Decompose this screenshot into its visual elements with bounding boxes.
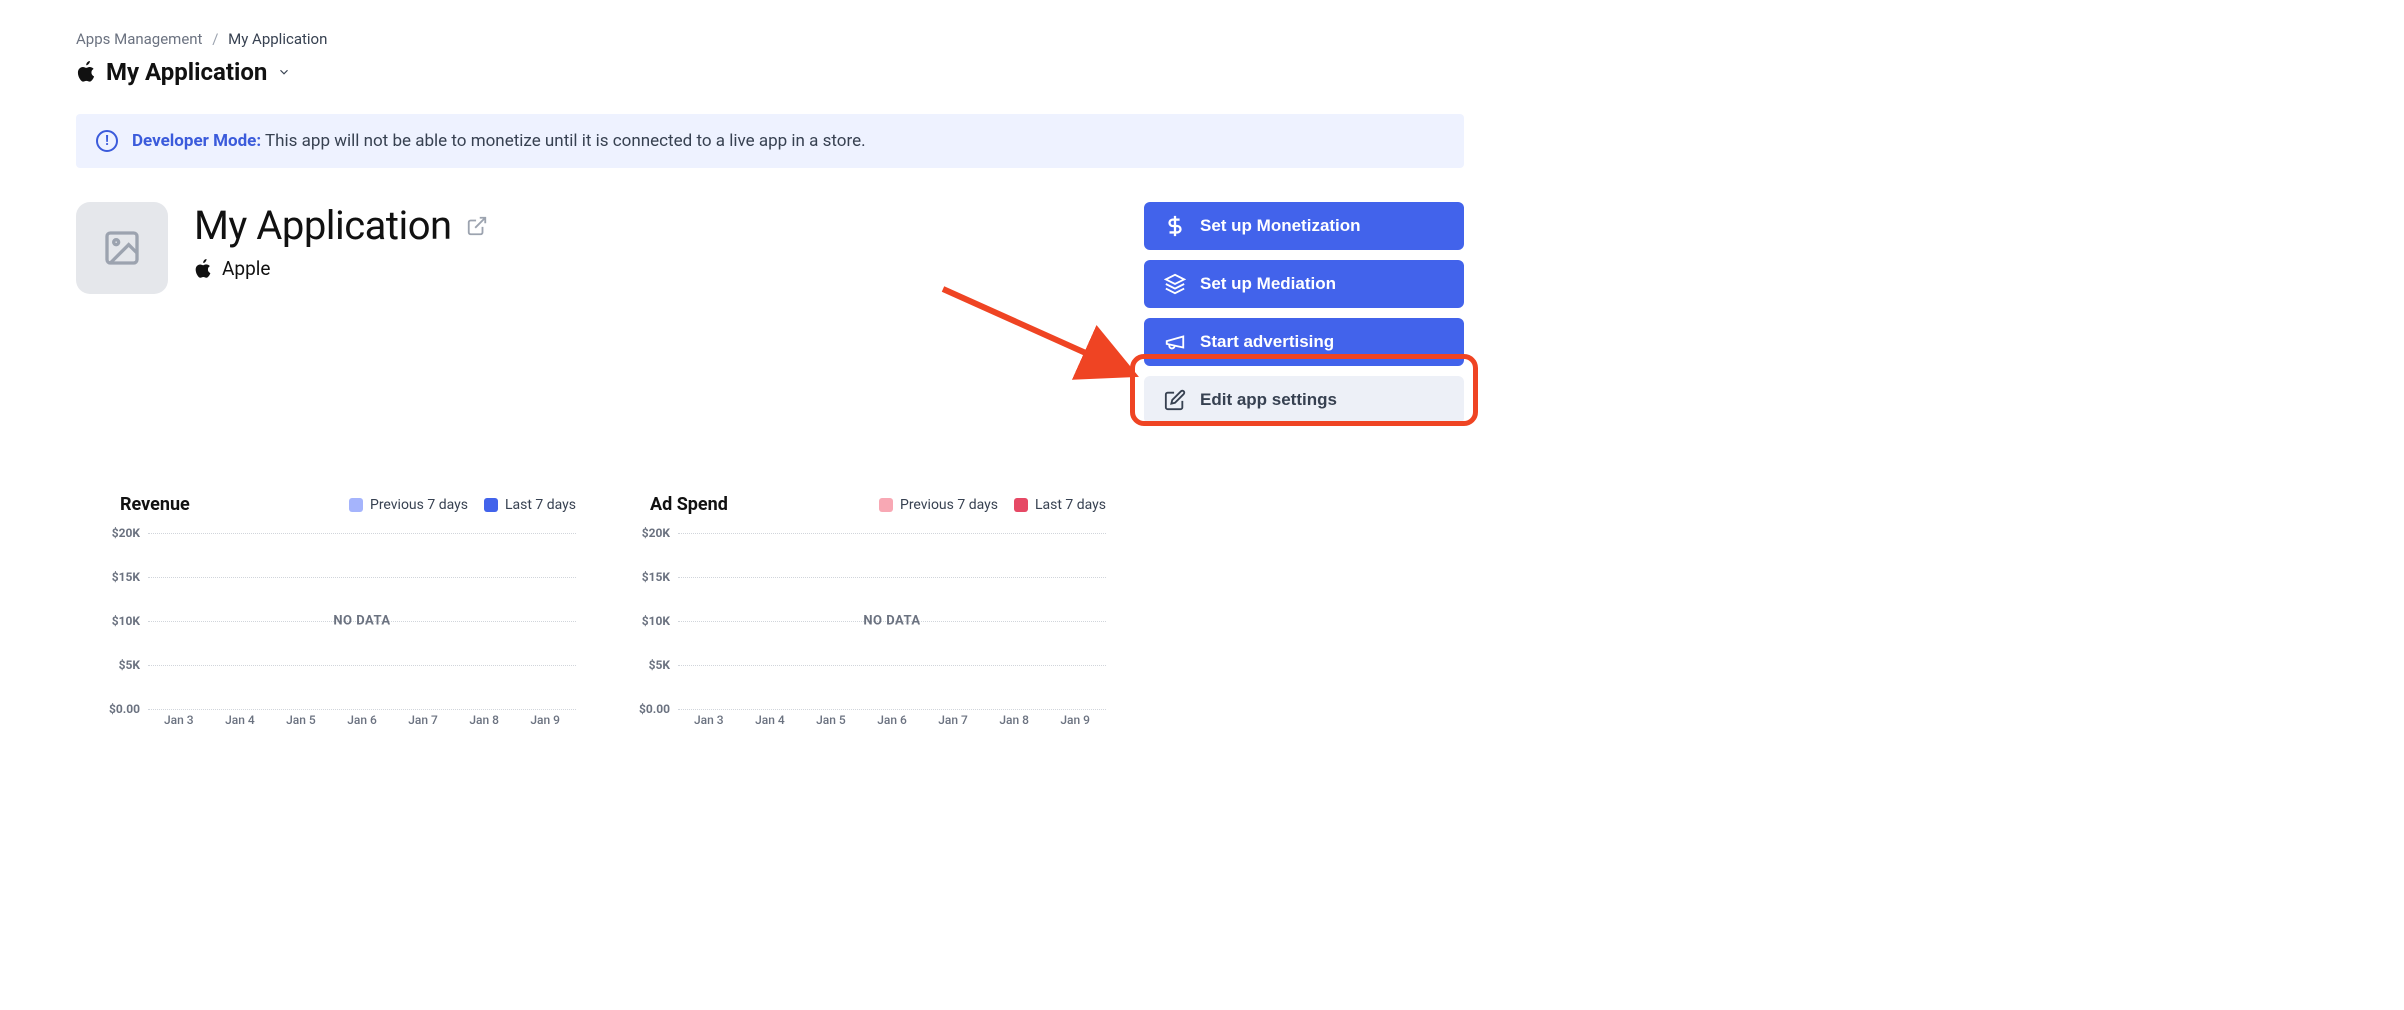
- y-tick-label: $5K: [80, 658, 140, 672]
- image-icon: [102, 228, 142, 268]
- legend-swatch: [349, 498, 363, 512]
- legend-label: Previous 7 days: [370, 497, 468, 513]
- banner-text: Developer Mode: This app will not be abl…: [132, 131, 866, 151]
- chart-legend: Previous 7 days Last 7 days: [879, 497, 1106, 513]
- x-tick-label: Jan 6: [877, 713, 907, 733]
- edit-app-settings-button[interactable]: Edit app settings: [1144, 376, 1464, 424]
- legend-swatch: [484, 498, 498, 512]
- x-axis: Jan 3 Jan 4 Jan 5 Jan 6 Jan 7 Jan 8 Jan 9: [678, 713, 1106, 733]
- gridline: $5K: [678, 665, 1106, 666]
- app-hero: My Application Apple: [76, 202, 1120, 294]
- app-title: My Application: [194, 202, 452, 249]
- y-tick-label: $10K: [80, 614, 140, 628]
- gridline: $20K: [678, 533, 1106, 534]
- y-tick-label: $0.00: [80, 702, 140, 716]
- external-link-icon[interactable]: [466, 215, 488, 237]
- app-switcher-name: My Application: [106, 58, 267, 86]
- x-axis: Jan 3 Jan 4 Jan 5 Jan 6 Jan 7 Jan 8 Jan 9: [148, 713, 576, 733]
- app-icon-placeholder: [76, 202, 168, 294]
- legend-label: Previous 7 days: [900, 497, 998, 513]
- y-tick-label: $20K: [610, 526, 670, 540]
- info-icon: !: [96, 130, 118, 152]
- legend-item: Last 7 days: [1014, 497, 1106, 513]
- developer-mode-banner: ! Developer Mode: This app will not be a…: [76, 114, 1464, 168]
- charts-row: Revenue Previous 7 days Last 7 days $20K $15…: [76, 494, 1464, 733]
- x-tick-label: Jan 9: [1060, 713, 1090, 733]
- chart-title: Revenue: [120, 494, 190, 515]
- no-data-label: NO DATA: [333, 614, 390, 629]
- apple-icon: [76, 61, 96, 83]
- button-label: Edit app settings: [1200, 390, 1337, 410]
- gridline: $15K: [678, 577, 1106, 578]
- x-tick-label: Jan 4: [755, 713, 785, 733]
- edit-icon: [1164, 389, 1186, 411]
- gridline: $5K: [148, 665, 576, 666]
- chart-revenue: Revenue Previous 7 days Last 7 days $20K $15…: [76, 494, 576, 733]
- dollar-icon: [1164, 215, 1186, 237]
- y-tick-label: $0.00: [610, 702, 670, 716]
- y-tick-label: $20K: [80, 526, 140, 540]
- x-tick-label: Jan 7: [938, 713, 968, 733]
- x-tick-label: Jan 5: [286, 713, 316, 733]
- x-tick-label: Jan 9: [530, 713, 560, 733]
- legend-label: Last 7 days: [505, 497, 576, 513]
- gridline: $0.00: [148, 709, 576, 710]
- button-label: Set up Mediation: [1200, 274, 1336, 294]
- x-tick-label: Jan 6: [347, 713, 377, 733]
- platform-row: Apple: [194, 257, 488, 280]
- setup-mediation-button[interactable]: Set up Mediation: [1144, 260, 1464, 308]
- app-switcher[interactable]: My Application: [76, 58, 1464, 86]
- chart-title: Ad Spend: [650, 494, 728, 515]
- layers-icon: [1164, 273, 1186, 295]
- legend-item: Previous 7 days: [349, 497, 468, 513]
- breadcrumb: Apps Management / My Application: [76, 30, 1464, 48]
- legend-swatch: [879, 498, 893, 512]
- annotation-arrow: [938, 284, 1148, 384]
- megaphone-icon: [1164, 331, 1186, 353]
- setup-monetization-button[interactable]: Set up Monetization: [1144, 202, 1464, 250]
- legend-item: Last 7 days: [484, 497, 576, 513]
- button-label: Start advertising: [1200, 332, 1334, 352]
- legend-label: Last 7 days: [1035, 497, 1106, 513]
- x-tick-label: Jan 8: [469, 713, 499, 733]
- gridline: $15K: [148, 577, 576, 578]
- platform-name: Apple: [222, 257, 270, 280]
- banner-label: Developer Mode:: [132, 131, 261, 151]
- chart-legend: Previous 7 days Last 7 days: [349, 497, 576, 513]
- x-tick-label: Jan 8: [999, 713, 1029, 733]
- no-data-label: NO DATA: [863, 614, 920, 629]
- gridline: $20K: [148, 533, 576, 534]
- y-tick-label: $5K: [610, 658, 670, 672]
- y-tick-label: $10K: [610, 614, 670, 628]
- actions-panel: Set up Monetization Set up Mediation Sta…: [1144, 202, 1464, 424]
- x-tick-label: Jan 3: [694, 713, 724, 733]
- breadcrumb-parent-link[interactable]: Apps Management: [76, 30, 202, 48]
- breadcrumb-separator: /: [212, 30, 218, 48]
- y-tick-label: $15K: [80, 570, 140, 584]
- x-tick-label: Jan 3: [164, 713, 194, 733]
- button-label: Set up Monetization: [1200, 216, 1361, 236]
- chart-ad-spend: Ad Spend Previous 7 days Last 7 days $20K $1…: [606, 494, 1106, 733]
- x-tick-label: Jan 4: [225, 713, 255, 733]
- start-advertising-button[interactable]: Start advertising: [1144, 318, 1464, 366]
- y-tick-label: $15K: [610, 570, 670, 584]
- legend-swatch: [1014, 498, 1028, 512]
- apple-icon: [194, 259, 212, 279]
- x-tick-label: Jan 7: [408, 713, 438, 733]
- legend-item: Previous 7 days: [879, 497, 998, 513]
- breadcrumb-current: My Application: [228, 30, 327, 48]
- gridline: $0.00: [678, 709, 1106, 710]
- chevron-down-icon: [277, 65, 291, 79]
- banner-message: This app will not be able to monetize un…: [265, 131, 866, 151]
- x-tick-label: Jan 5: [816, 713, 846, 733]
